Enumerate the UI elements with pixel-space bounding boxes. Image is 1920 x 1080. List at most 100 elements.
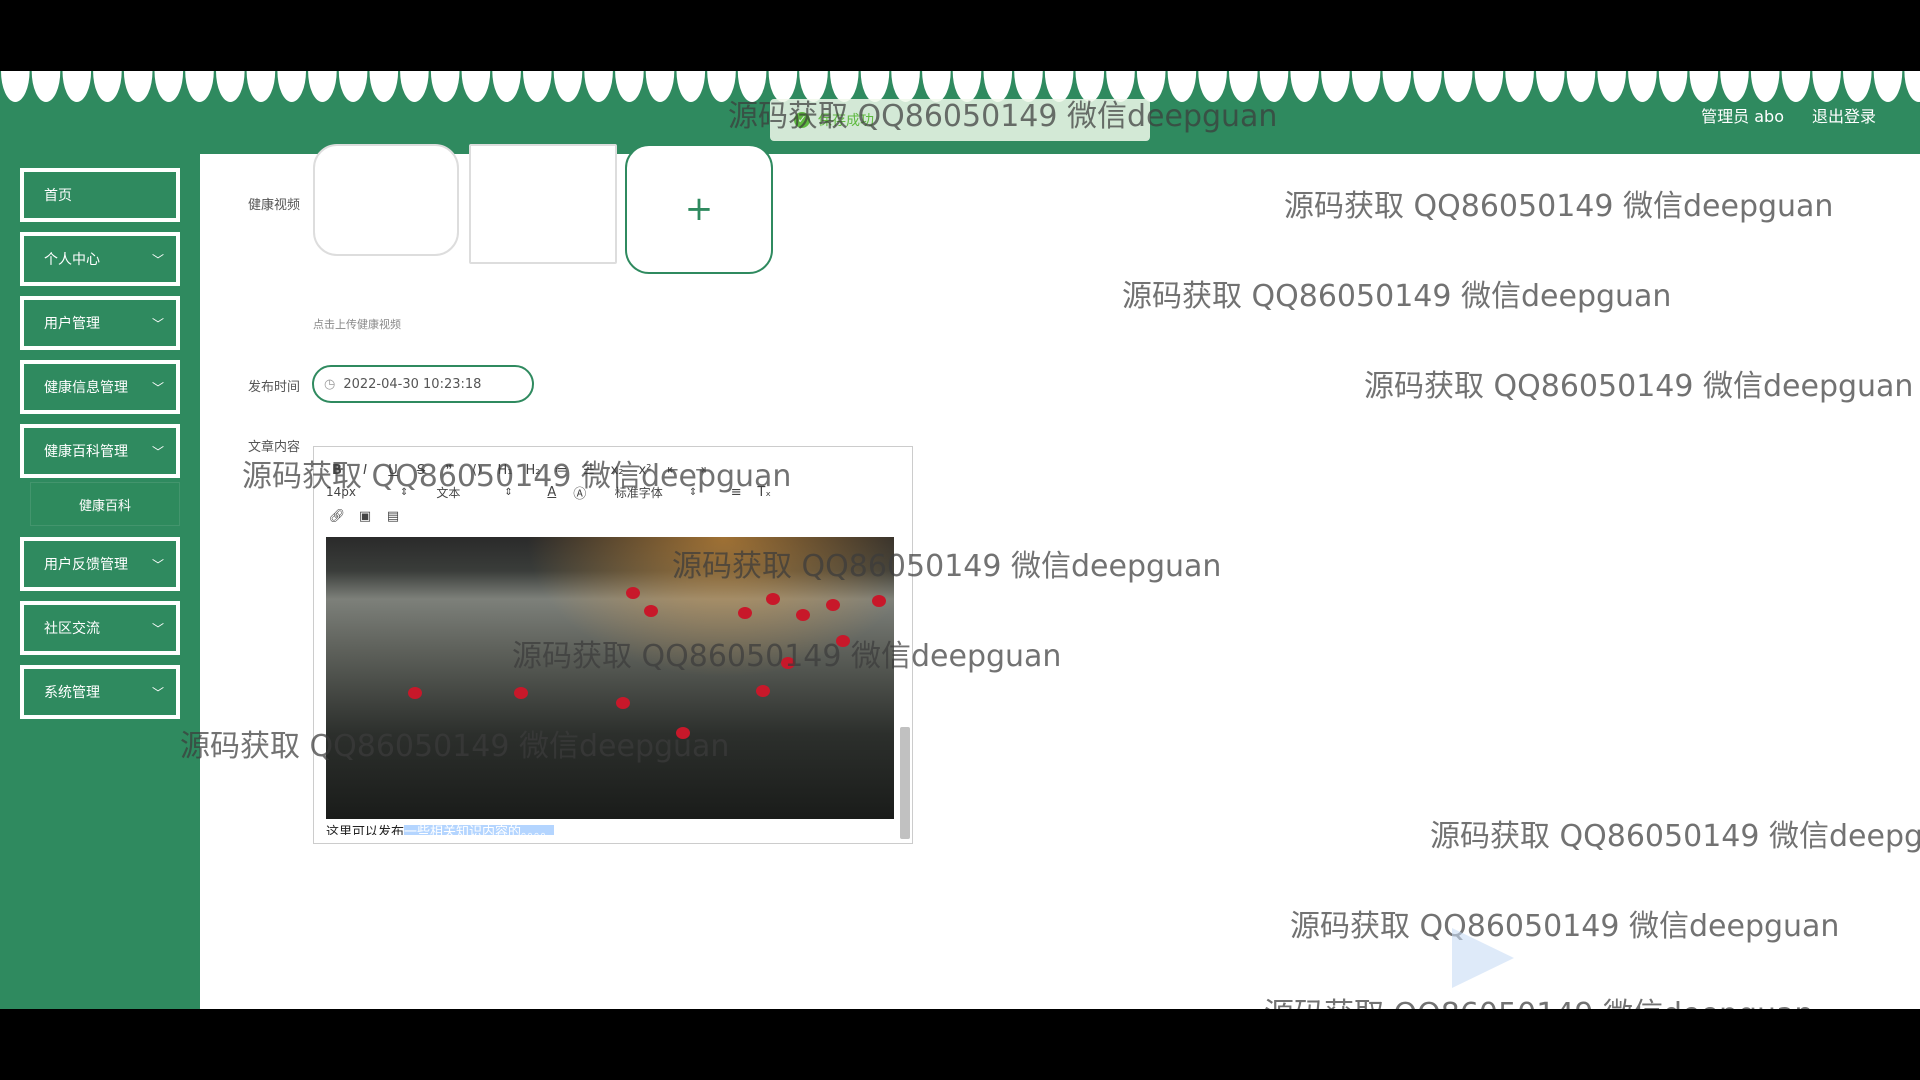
poppy <box>676 727 690 739</box>
clock-icon: ◷ <box>324 376 336 392</box>
outdent-icon[interactable]: ⇤ <box>662 463 684 478</box>
sidebar-item-personal-center[interactable]: 个人中心 ﹀ <box>20 232 180 286</box>
text-type-select[interactable]: 文本 ⇕ <box>436 484 512 501</box>
editor-caption: 这里可以发布一些相关知识内容的。。。。 <box>326 821 554 835</box>
sidebar-subitem-label: 健康百科 <box>78 498 131 514</box>
link-icon[interactable]: 🔗︎ <box>326 509 348 524</box>
font-size-select[interactable]: 14px ⇕ <box>326 485 408 499</box>
select-arrows-icon: ⇕ <box>400 486 409 498</box>
chevron-down-icon: ﹀ <box>151 445 164 459</box>
video-label: 健康视频 <box>247 198 300 213</box>
bold-icon[interactable]: B <box>326 463 348 478</box>
logout-link[interactable]: 退出登录 <box>1812 103 1876 127</box>
superscript-icon[interactable]: x² <box>634 463 656 478</box>
publish-time-label: 发布时间 <box>247 380 300 395</box>
editor-scrollbar[interactable] <box>900 727 910 839</box>
sidebar-item-label: 系统管理 <box>44 685 100 701</box>
top-header: ✓ 保存成功 管理员 abo 退出登录 <box>0 71 1920 154</box>
sidebar-item-home[interactable]: 首页 <box>20 168 180 222</box>
publish-time-value: 2022-04-30 10:23:18 <box>343 376 482 392</box>
video-thumbnail-2[interactable] <box>469 144 617 264</box>
text-type-value: 文本 <box>436 485 461 500</box>
play-logo-icon <box>1452 928 1514 988</box>
sidebar-item-label: 社区交流 <box>44 621 100 637</box>
indent-icon[interactable]: ⇥ <box>690 463 712 478</box>
content-label: 文章内容 <box>247 440 300 455</box>
app-window: ✓ 保存成功 管理员 abo 退出登录 首页 个人中心 ﹀ 用户管理 ﹀ 健康信… <box>0 71 1920 1009</box>
poppy <box>738 607 752 619</box>
bullet-list-icon[interactable]: ☰ <box>578 463 600 478</box>
select-arrows-icon: ⇕ <box>688 486 698 498</box>
font-size-value: 14px <box>326 485 356 499</box>
sidebar-item-health-info[interactable]: 健康信息管理 ﹀ <box>20 360 180 414</box>
header-user-area: 管理员 abo 退出登录 <box>1701 103 1876 127</box>
clear-format-icon[interactable]: Tₓ <box>753 485 775 500</box>
font-family-select[interactable]: 标准字体 ⇕ <box>615 484 697 501</box>
toolbar-row-2: 14px ⇕ 文本 ⇕ A Ⓐ 标准字体 ⇕ ≡ Tₓ <box>326 481 781 503</box>
align-icon[interactable]: ≡ <box>725 485 747 500</box>
header2-icon[interactable]: H₂ <box>522 463 544 478</box>
underline-icon[interactable]: U <box>382 463 404 478</box>
chevron-down-icon: ﹀ <box>151 317 164 331</box>
editor-content[interactable]: 这里可以发布一些相关知识内容的。。。。 <box>326 537 894 835</box>
poppy <box>644 605 658 617</box>
chevron-down-icon: ﹀ <box>151 558 164 572</box>
chevron-down-icon: ﹀ <box>151 686 164 700</box>
sidebar-item-system[interactable]: 系统管理 ﹀ <box>20 665 180 719</box>
upload-video-button[interactable]: + <box>625 144 773 274</box>
admin-username: 管理员 abo <box>1701 107 1784 126</box>
video-icon[interactable]: ▤ <box>382 509 404 524</box>
code-block-icon[interactable]: ⟨⟩ <box>466 463 488 478</box>
video-thumbnail-1[interactable] <box>313 144 459 256</box>
sidebar-item-label: 首页 <box>44 188 72 204</box>
chevron-down-icon: ﹀ <box>151 381 164 395</box>
italic-icon[interactable]: I <box>354 463 376 478</box>
sidebar-item-label: 个人中心 <box>44 252 100 268</box>
toolbar-row-1: B I U S ❞ ⟨⟩ H₁ H₂ ≔ ☰ x₂ x² ⇤ ⇥ <box>326 459 718 481</box>
sidebar-item-health-wiki-management[interactable]: 健康百科管理 ﹀ <box>20 424 180 478</box>
rich-text-editor[interactable]: B I U S ❞ ⟨⟩ H₁ H₂ ≔ ☰ x₂ x² ⇤ ⇥ 14px ⇕ <box>313 446 913 844</box>
caption-selected-text: 一些相关知识内容的。。。。 <box>404 825 554 835</box>
image-icon[interactable]: ▣ <box>354 509 376 524</box>
plus-icon: + <box>684 189 714 229</box>
toast-text: 保存成功 <box>818 113 874 129</box>
chevron-down-icon: ﹀ <box>151 253 164 267</box>
letterbox-top <box>0 0 1920 71</box>
font-color-icon[interactable]: A <box>541 485 563 500</box>
poppy <box>766 593 780 605</box>
poppy <box>514 687 528 699</box>
sidebar-item-label: 健康百科管理 <box>44 444 128 460</box>
sidebar-item-user-management[interactable]: 用户管理 ﹀ <box>20 296 180 350</box>
main-form-area: 健康视频 + 点击上传健康视频 发布时间 ◷ 2022-04-30 10:23:… <box>200 144 1920 1009</box>
video-upload-hint: 点击上传健康视频 <box>313 318 401 331</box>
toolbar-row-3: 🔗︎ ▣ ▤ <box>326 505 410 527</box>
sidebar-item-community[interactable]: 社区交流 ﹀ <box>20 601 180 655</box>
subscript-icon[interactable]: x₂ <box>606 463 628 478</box>
sidebar-subitem-health-wiki[interactable]: 健康百科 <box>30 482 180 526</box>
poppy <box>826 599 840 611</box>
poppy-field-image <box>326 537 894 819</box>
header1-icon[interactable]: H₁ <box>494 463 516 478</box>
select-arrows-icon: ⇕ <box>504 486 513 498</box>
poppy <box>836 635 850 647</box>
check-circle-icon: ✓ <box>794 112 810 128</box>
caption-text: 这里可以发布 <box>326 825 405 835</box>
background-color-icon[interactable]: Ⓐ <box>569 483 591 502</box>
success-toast: ✓ 保存成功 <box>770 99 1150 141</box>
sidebar-item-label: 健康信息管理 <box>44 380 128 396</box>
sidebar-item-label: 用户管理 <box>44 316 100 332</box>
poppy <box>616 697 630 709</box>
sidebar-item-feedback[interactable]: 用户反馈管理 ﹀ <box>20 537 180 591</box>
poppy <box>872 595 886 607</box>
sidebar: 首页 个人中心 ﹀ 用户管理 ﹀ 健康信息管理 ﹀ 健康百科管理 ﹀ 健康百科 … <box>0 154 200 1009</box>
poppy <box>796 609 810 621</box>
publish-time-input[interactable]: ◷ 2022-04-30 10:23:18 <box>312 365 534 403</box>
poppy <box>408 687 422 699</box>
strikethrough-icon[interactable]: S <box>410 463 432 478</box>
ordered-list-icon[interactable]: ≔ <box>550 463 572 478</box>
poppy <box>781 657 795 669</box>
font-family-value: 标准字体 <box>614 485 663 500</box>
letterbox-bottom <box>0 1009 1920 1080</box>
blockquote-icon[interactable]: ❞ <box>438 463 460 478</box>
sidebar-item-label: 用户反馈管理 <box>44 557 128 573</box>
